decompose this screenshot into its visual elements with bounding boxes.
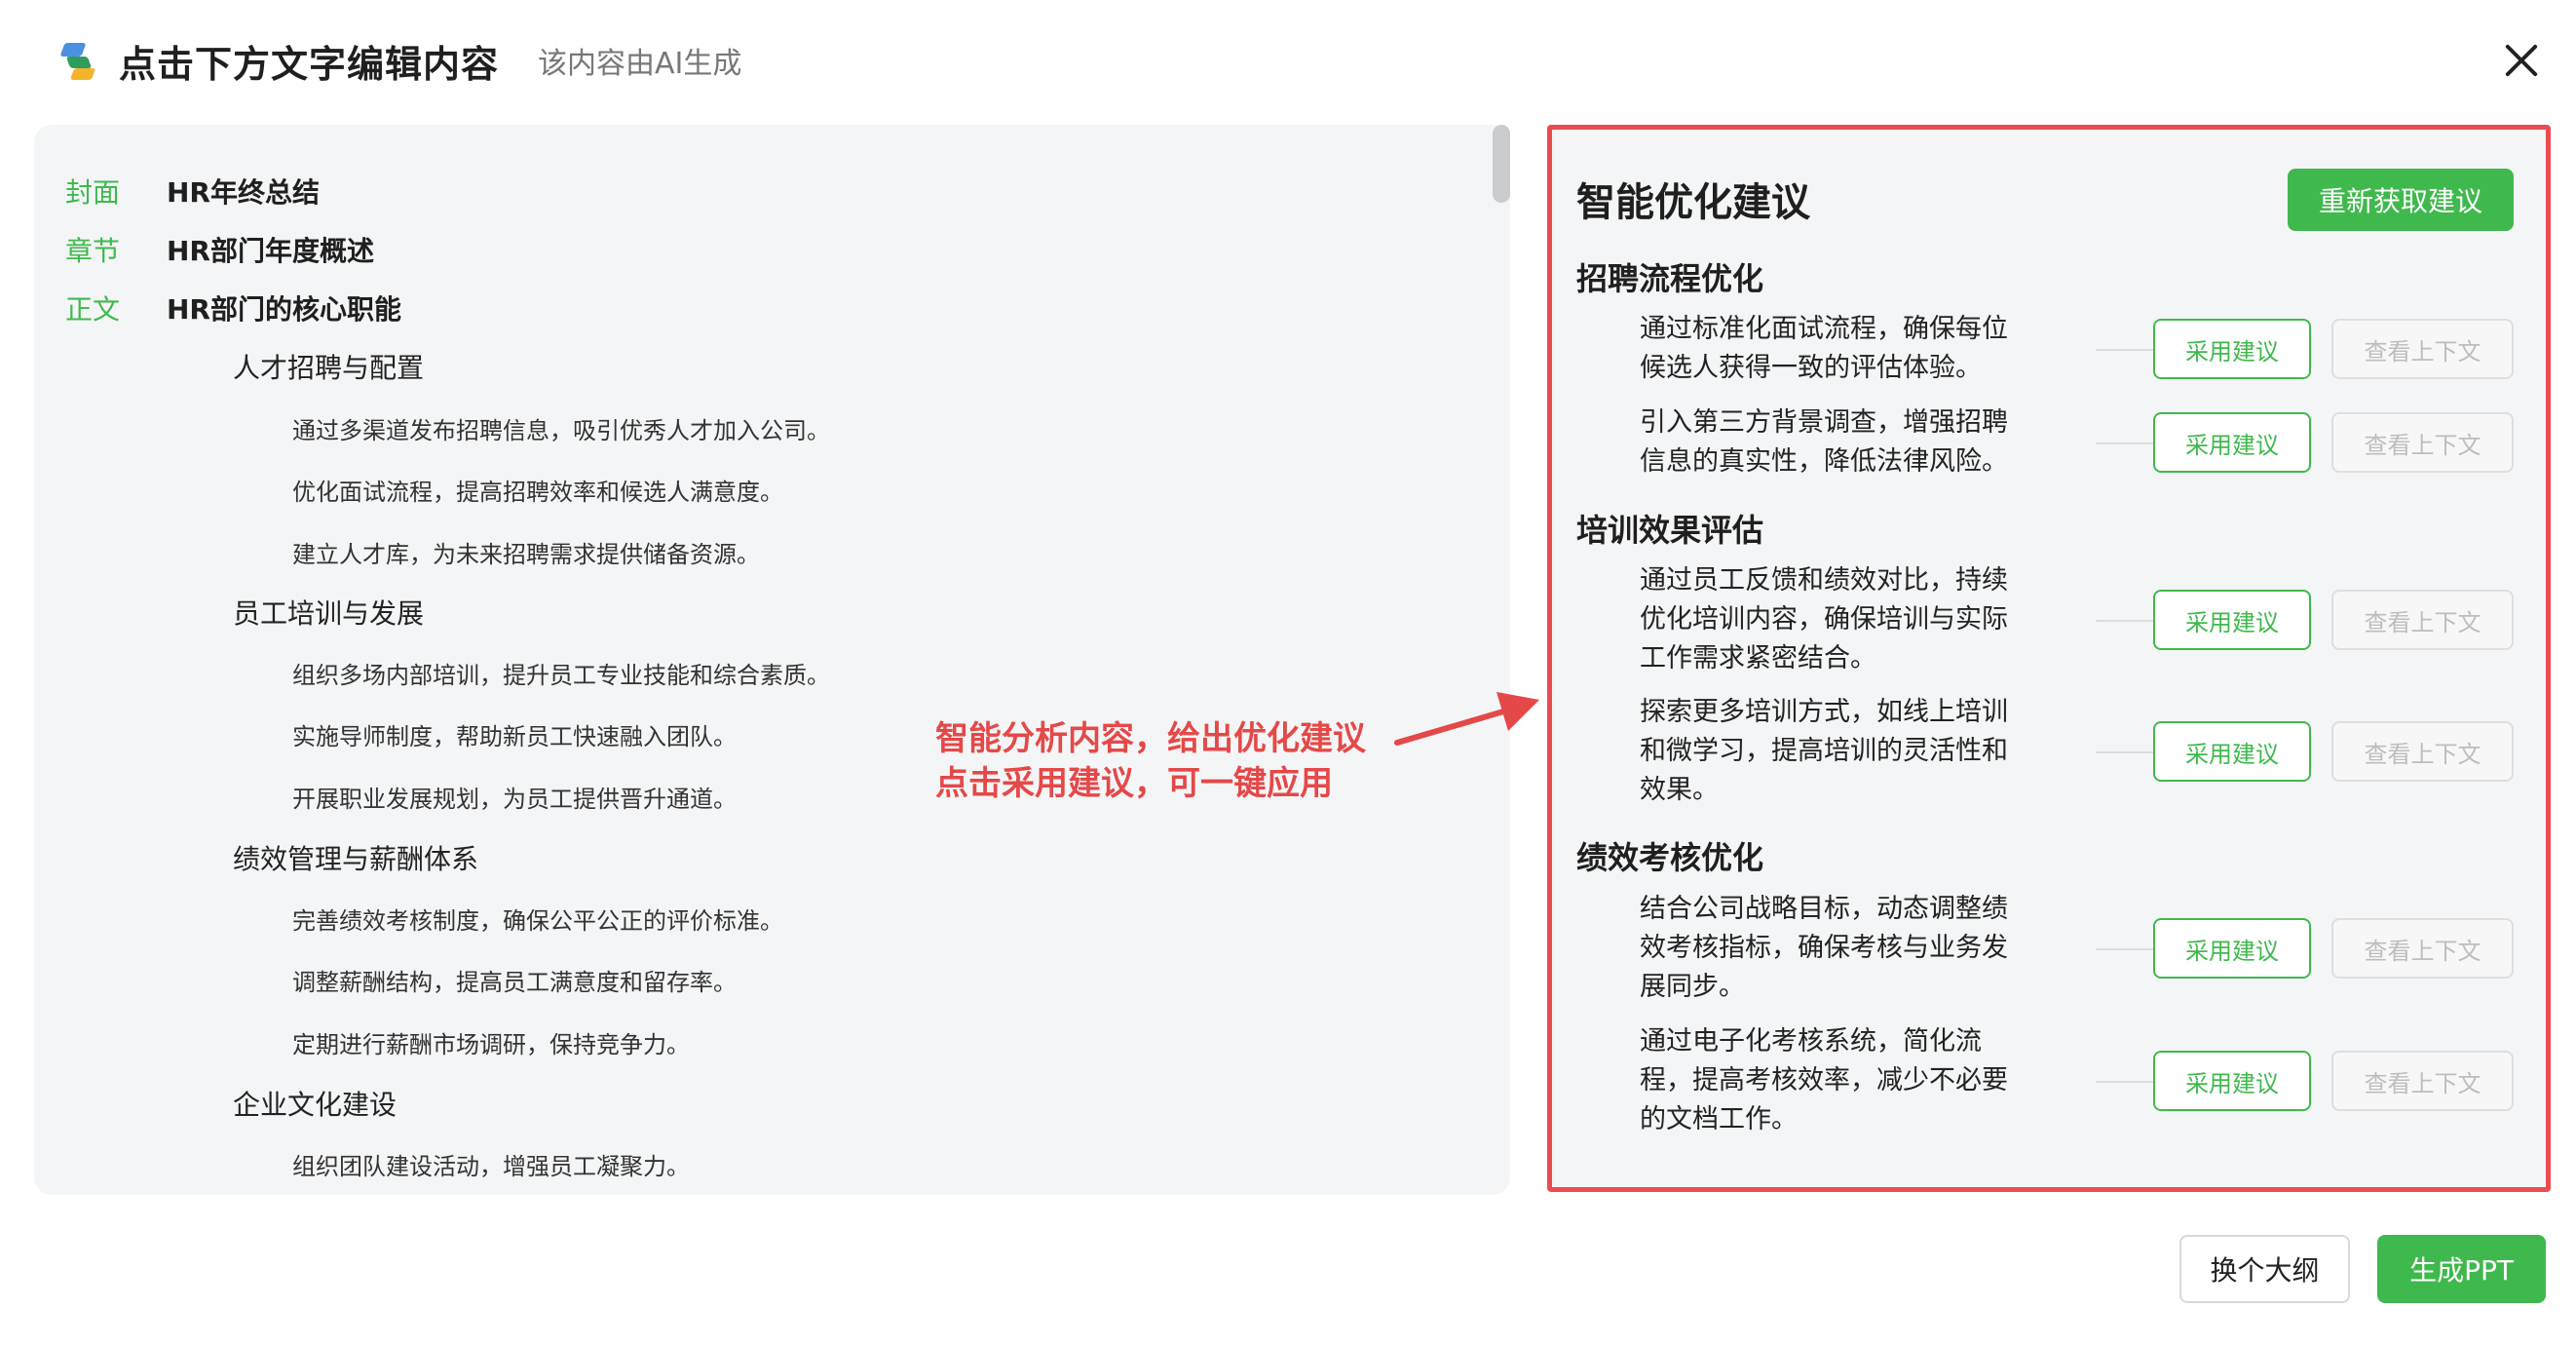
suggestions-title: 智能优化建议 (1576, 180, 1810, 225)
body-tag: 正文 (65, 293, 121, 326)
feature-annotation: 智能分析内容，给出优化建议 点击采用建议，可一键应用 (935, 716, 1366, 806)
item-text[interactable]: 建立人才库，为未来招聘需求提供储备资源。 (292, 535, 760, 569)
suggestion-text: 通过标准化面试流程，确保每位候选人获得一致的评估体验。 (1640, 314, 2008, 383)
view-context-button: 查看上下文 (2331, 1051, 2514, 1111)
outline-item[interactable]: 定期进行薪酬市场调研，保持竞争力。 (292, 1025, 690, 1059)
outline-dialog: 点击下方文字编辑内容 该内容由AI生成 封面 HR年终总结 章节 HR部门年度概… (0, 0, 2576, 1345)
item-text[interactable]: 实施导师制度，帮助新员工快速融入团队。 (292, 717, 737, 751)
item-text[interactable]: 定期进行薪酬市场调研，保持竞争力。 (292, 1025, 690, 1059)
refresh-suggestions-button[interactable]: 重新获取建议 (2288, 169, 2514, 231)
suggestion-text: 通过员工反馈和绩效对比，持续优化培训内容，确保培训与实际工作需求紧密结合。 (1640, 565, 2008, 673)
outline-section-title[interactable]: 人才招聘与配置 (233, 347, 424, 386)
body-text[interactable]: HR部门的核心职能 (167, 288, 401, 327)
ai-generated-note: 该内容由AI生成 (538, 47, 742, 81)
section-title-text[interactable]: 人才招聘与配置 (233, 347, 424, 386)
dialog-title: 点击下方文字编辑内容 (119, 42, 500, 86)
cover-text[interactable]: HR年终总结 (167, 172, 320, 211)
item-text[interactable]: 组织团队建设活动，增强员工凝聚力。 (292, 1147, 690, 1181)
item-text[interactable]: 优化面试流程，提高招聘效率和候选人满意度。 (292, 473, 783, 507)
outline-item[interactable]: 实施导师制度，帮助新员工快速融入团队。 (292, 717, 737, 751)
annotation-line: 智能分析内容，给出优化建议 (935, 719, 1366, 758)
suggestion-group-title: 绩效考核优化 (1576, 839, 1764, 876)
item-text[interactable]: 开展职业发展规划，为员工提供晋升通道。 (292, 780, 737, 814)
suggestion-group-title: 招聘流程优化 (1576, 260, 1764, 297)
chapter-tag: 章节 (65, 235, 121, 267)
outline-item[interactable]: 优化面试流程，提高招聘效率和候选人满意度。 (292, 473, 783, 507)
annotation-arrow-icon (1394, 692, 1539, 746)
suggestion-text: 引入第三方背景调查，增强招聘信息的真实性，降低法律风险。 (1640, 407, 2008, 477)
item-text[interactable]: 组织多场内部培训，提升员工专业技能和综合素质。 (292, 656, 830, 690)
item-text[interactable]: 调整薪酬结构，提高员工满意度和留存率。 (292, 963, 737, 997)
chapter-text[interactable]: HR部门年度概述 (167, 230, 374, 269)
generate-ppt-button[interactable]: 生成PPT (2377, 1235, 2546, 1303)
view-context-button: 查看上下文 (2331, 721, 2514, 782)
outline-cover-row[interactable]: 封面 HR年终总结 (65, 172, 320, 211)
close-icon[interactable] (2498, 37, 2545, 84)
section-title-text[interactable]: 绩效管理与薪酬体系 (233, 838, 478, 877)
outline-item[interactable]: 调整薪酬结构，提高员工满意度和留存率。 (292, 963, 737, 997)
adopt-suggestion-button[interactable]: 采用建议 (2153, 918, 2311, 979)
outline-item[interactable]: 组织团队建设活动，增强员工凝聚力。 (292, 1147, 690, 1181)
adopt-suggestion-button[interactable]: 采用建议 (2153, 721, 2311, 782)
outline-section-title[interactable]: 绩效管理与薪酬体系 (233, 838, 478, 877)
app-logo-icon (58, 39, 101, 82)
outline-section-title[interactable]: 员工培训与发展 (233, 593, 424, 632)
outline-item[interactable]: 完善绩效考核制度，确保公平公正的评价标准。 (292, 902, 783, 936)
outline-body-row[interactable]: 正文 HR部门的核心职能 (65, 288, 401, 327)
switch-outline-button[interactable]: 换个大纲 (2179, 1235, 2350, 1303)
cover-tag: 封面 (65, 176, 121, 209)
view-context-button: 查看上下文 (2331, 590, 2514, 650)
item-text[interactable]: 完善绩效考核制度，确保公平公正的评价标准。 (292, 902, 783, 936)
suggestion-text: 探索更多培训方式，如线上培训和微学习，提高培训的灵活性和效果。 (1640, 697, 2008, 805)
adopt-suggestion-button[interactable]: 采用建议 (2153, 412, 2311, 473)
dialog-header: 点击下方文字编辑内容 该内容由AI生成 (58, 29, 741, 92)
outline-scrollbar[interactable] (1493, 125, 1510, 203)
outline-section-title[interactable]: 企业文化建设 (233, 1084, 397, 1123)
outline-item[interactable]: 建立人才库，为未来招聘需求提供储备资源。 (292, 535, 760, 569)
view-context-button: 查看上下文 (2331, 412, 2514, 473)
suggestion-text: 结合公司战略目标，动态调整绩效考核指标，确保考核与业务发展同步。 (1640, 894, 2008, 1002)
section-title-text[interactable]: 企业文化建设 (233, 1084, 397, 1123)
item-text[interactable]: 通过多渠道发布招聘信息，吸引优秀人才加入公司。 (292, 411, 830, 445)
adopt-suggestion-button[interactable]: 采用建议 (2153, 319, 2311, 379)
outline-item[interactable]: 通过多渠道发布招聘信息，吸引优秀人才加入公司。 (292, 411, 830, 445)
outline-item[interactable]: 开展职业发展规划，为员工提供晋升通道。 (292, 780, 737, 814)
view-context-button: 查看上下文 (2331, 319, 2514, 379)
outline-panel[interactable]: 封面 HR年终总结 章节 HR部门年度概述 正文 HR部门的核心职能 人才招聘与… (34, 125, 1510, 1195)
adopt-suggestion-button[interactable]: 采用建议 (2153, 1051, 2311, 1111)
annotation-line: 点击采用建议，可一键应用 (935, 764, 1333, 803)
outline-item[interactable]: 组织多场内部培训，提升员工专业技能和综合素质。 (292, 656, 830, 690)
suggestion-text: 通过电子化考核系统，简化流程，提高考核效率，减少不必要的文档工作。 (1640, 1026, 2008, 1134)
section-title-text[interactable]: 员工培训与发展 (233, 593, 424, 632)
view-context-button: 查看上下文 (2331, 918, 2514, 979)
suggestion-group-title: 培训效果评估 (1576, 512, 1764, 549)
suggestions-panel: 智能优化建议 重新获取建议 招聘流程优化 通过标准化面试流程，确保每位候选人获得… (1547, 125, 2551, 1192)
adopt-suggestion-button[interactable]: 采用建议 (2153, 590, 2311, 650)
outline-chapter-row[interactable]: 章节 HR部门年度概述 (65, 230, 374, 269)
